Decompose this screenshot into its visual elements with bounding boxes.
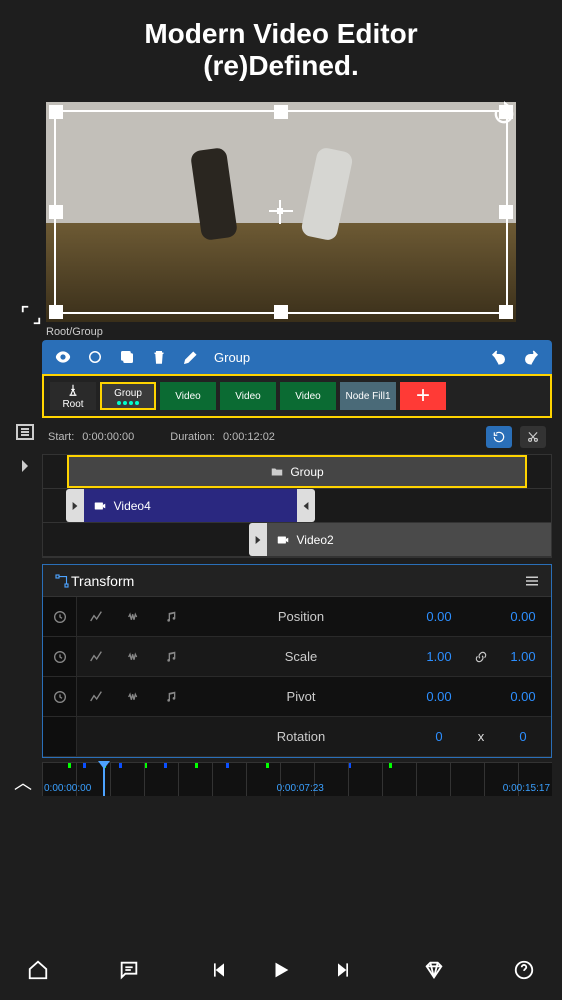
ruler-time-2: 0:00:15:17 bbox=[503, 783, 550, 794]
edit-icon[interactable] bbox=[182, 348, 200, 366]
clip-handle-left[interactable] bbox=[66, 489, 84, 522]
transform-row-rotation: Rotation 0 x 0 bbox=[43, 717, 551, 757]
undo-icon[interactable] bbox=[490, 348, 508, 366]
time-ruler[interactable]: 0:00:00:00 0:00:07:23 0:00:15:17 ︿ bbox=[42, 762, 552, 796]
property-label: Pivot bbox=[191, 689, 411, 704]
keyframe-toggle[interactable] bbox=[43, 677, 77, 716]
circle-icon[interactable] bbox=[86, 348, 104, 366]
step-forward-button[interactable] bbox=[321, 950, 365, 990]
start-label: Start: bbox=[48, 431, 74, 443]
hero: Modern Video Editor(re)Defined. bbox=[0, 0, 562, 94]
property-label: Scale bbox=[191, 649, 411, 664]
copy-icon[interactable] bbox=[118, 348, 136, 366]
transform-row-scale: Scale 1.00 1.00 bbox=[43, 637, 551, 677]
menu-icon[interactable] bbox=[523, 572, 541, 590]
resize-handle-ml[interactable] bbox=[49, 205, 63, 219]
hero-title: Modern Video Editor(re)Defined. bbox=[0, 18, 562, 82]
layer-thumb-video-2[interactable]: Video bbox=[220, 382, 276, 410]
property-label: Position bbox=[191, 609, 411, 624]
redo-icon[interactable] bbox=[522, 348, 540, 366]
graph-icon[interactable] bbox=[77, 689, 115, 705]
center-target-icon bbox=[269, 200, 293, 224]
bottom-bar bbox=[10, 948, 552, 992]
resize-handle-br[interactable] bbox=[499, 305, 513, 319]
resize-handle-tl[interactable] bbox=[49, 105, 63, 119]
wave-icon[interactable] bbox=[115, 649, 153, 665]
selection-rect[interactable] bbox=[54, 110, 508, 314]
property-label: Rotation bbox=[191, 729, 411, 744]
transform-row-position: Position 0.00 0.00 bbox=[43, 597, 551, 637]
panel-toggle-icon[interactable] bbox=[13, 420, 37, 444]
resize-handle-bm[interactable] bbox=[274, 305, 288, 319]
home-button[interactable] bbox=[16, 950, 60, 990]
trash-icon[interactable] bbox=[150, 348, 168, 366]
value-x[interactable]: 0.00 bbox=[411, 689, 467, 704]
resize-handle-bl[interactable] bbox=[49, 305, 63, 319]
layer-thumb-nodefill[interactable]: Node Fill1 bbox=[340, 382, 396, 410]
music-icon[interactable] bbox=[153, 649, 191, 665]
rotate-handle[interactable] bbox=[490, 100, 518, 128]
value-y[interactable]: 1.00 bbox=[495, 649, 551, 664]
timeline-tracks[interactable]: Group Video4 Video2 bbox=[42, 454, 552, 558]
value-x[interactable]: 0.00 bbox=[411, 609, 467, 624]
clip-handle-right[interactable] bbox=[297, 489, 315, 522]
value-y[interactable]: 0.00 bbox=[495, 689, 551, 704]
track-row-video2: Video2 bbox=[43, 523, 551, 557]
value-x[interactable]: 0 bbox=[411, 729, 467, 744]
transform-title: Transform bbox=[71, 573, 134, 589]
layer-strip: Root Group Video Video Video Node Fill1 … bbox=[42, 374, 552, 418]
ruler-time-0: 0:00:00:00 bbox=[44, 783, 91, 794]
clip-video2[interactable]: Video2 bbox=[267, 523, 551, 556]
resize-handle-tm[interactable] bbox=[274, 105, 288, 119]
side-panel bbox=[10, 420, 40, 478]
breadcrumb: Root/Group bbox=[0, 322, 562, 340]
duration-label: Duration: bbox=[170, 431, 215, 443]
link-icon[interactable] bbox=[467, 650, 495, 664]
comment-button[interactable] bbox=[107, 950, 151, 990]
clip-group[interactable]: Group bbox=[67, 455, 527, 488]
start-value[interactable]: 0:00:00:00 bbox=[82, 431, 134, 443]
layer-thumb-video-3[interactable]: Video bbox=[280, 382, 336, 410]
premium-button[interactable] bbox=[412, 950, 456, 990]
clip-video4[interactable]: Video4 bbox=[84, 489, 297, 522]
clip-handle-left[interactable] bbox=[249, 523, 267, 556]
music-icon[interactable] bbox=[153, 609, 191, 625]
ruler-time-1: 0:00:07:23 bbox=[277, 783, 324, 794]
playhead[interactable] bbox=[103, 763, 105, 796]
track-row-group: Group bbox=[43, 455, 551, 489]
keyframe-toggle[interactable] bbox=[43, 597, 77, 636]
transform-row-pivot: Pivot 0.00 0.00 bbox=[43, 677, 551, 717]
add-layer-button[interactable]: + bbox=[400, 382, 446, 410]
transform-anchor-icon[interactable] bbox=[53, 572, 71, 590]
collapse-icon[interactable]: ︿ bbox=[14, 769, 32, 795]
duration-value[interactable]: 0:00:12:02 bbox=[223, 431, 275, 443]
toolbar: Group bbox=[42, 340, 552, 374]
root-button[interactable]: Root bbox=[50, 382, 96, 410]
music-icon[interactable] bbox=[153, 689, 191, 705]
graph-icon[interactable] bbox=[77, 649, 115, 665]
resize-handle-mr[interactable] bbox=[499, 205, 513, 219]
play-button[interactable] bbox=[259, 950, 303, 990]
layer-thumb-group[interactable]: Group bbox=[100, 382, 156, 410]
video-preview[interactable] bbox=[46, 102, 516, 322]
cut-button[interactable] bbox=[520, 426, 546, 448]
visibility-icon[interactable] bbox=[54, 348, 72, 366]
fullscreen-icon[interactable] bbox=[20, 304, 42, 326]
value-y[interactable]: 0 bbox=[495, 729, 551, 744]
wave-icon[interactable] bbox=[115, 689, 153, 705]
value-x[interactable]: 1.00 bbox=[411, 649, 467, 664]
layer-thumb-video-1[interactable]: Video bbox=[160, 382, 216, 410]
timing-row: Start: 0:00:00:00 Duration: 0:00:12:02 bbox=[42, 422, 552, 452]
expand-icon[interactable] bbox=[13, 454, 37, 478]
keyframe-toggle[interactable] bbox=[43, 637, 77, 676]
wave-icon[interactable] bbox=[115, 609, 153, 625]
value-y[interactable]: 0.00 bbox=[495, 609, 551, 624]
reset-button[interactable] bbox=[486, 426, 512, 448]
track-row-video4: Video4 bbox=[43, 489, 551, 523]
step-back-button[interactable] bbox=[197, 950, 241, 990]
graph-icon[interactable] bbox=[77, 609, 115, 625]
help-button[interactable] bbox=[502, 950, 546, 990]
transform-panel: Transform Position 0.00 0.00 Scale 1.00 … bbox=[42, 564, 552, 758]
group-label: Group bbox=[214, 350, 250, 365]
